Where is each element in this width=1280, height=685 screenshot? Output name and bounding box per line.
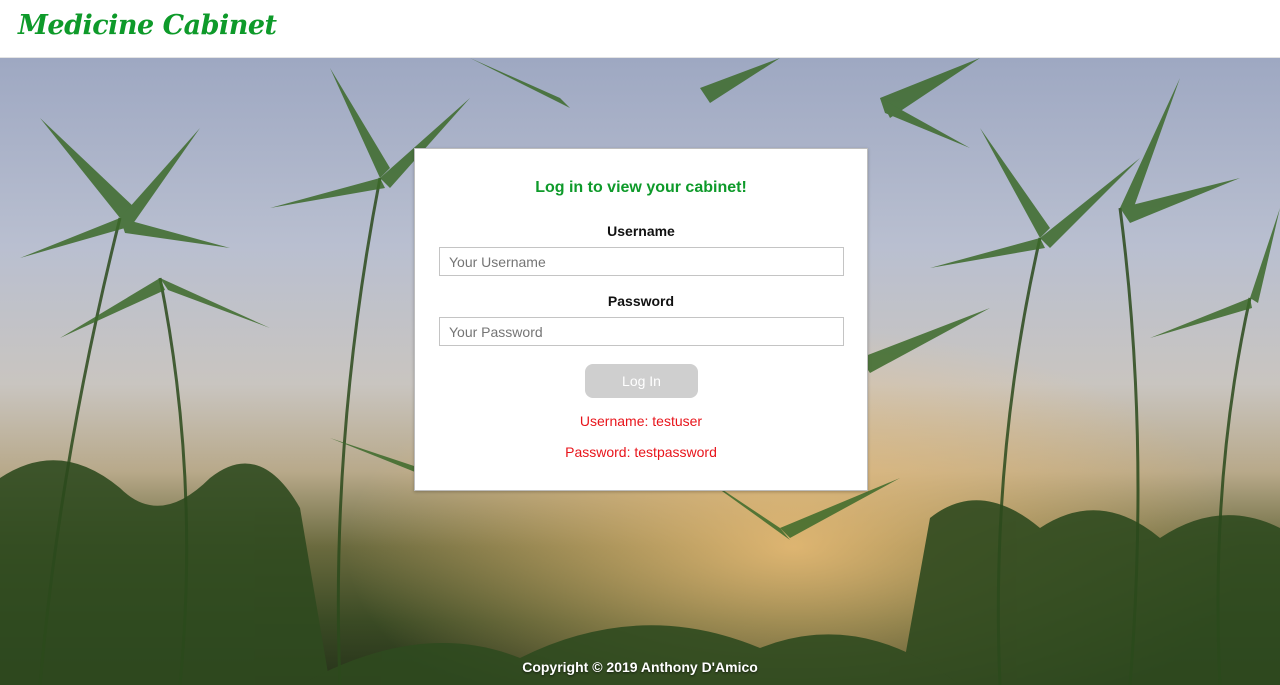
- brand-logo[interactable]: Medicine Cabinet: [18, 10, 277, 41]
- login-title: Log in to view your cabinet!: [535, 179, 747, 196]
- username-label: Username: [607, 223, 675, 239]
- password-input[interactable]: [439, 317, 844, 346]
- hero-background: Log in to view your cabinet! Username Pa…: [0, 58, 1280, 685]
- top-navbar: Medicine Cabinet: [0, 0, 1280, 58]
- login-card: Log in to view your cabinet! Username Pa…: [414, 148, 868, 491]
- login-button[interactable]: Log In: [585, 364, 698, 398]
- password-hint: Password: testpassword: [565, 444, 717, 460]
- username-hint: Username: testuser: [579, 413, 703, 429]
- footer-copyright: Copyright © 2019 Anthony D'Amico: [522, 659, 758, 675]
- password-label: Password: [607, 293, 675, 309]
- username-input[interactable]: [439, 247, 844, 276]
